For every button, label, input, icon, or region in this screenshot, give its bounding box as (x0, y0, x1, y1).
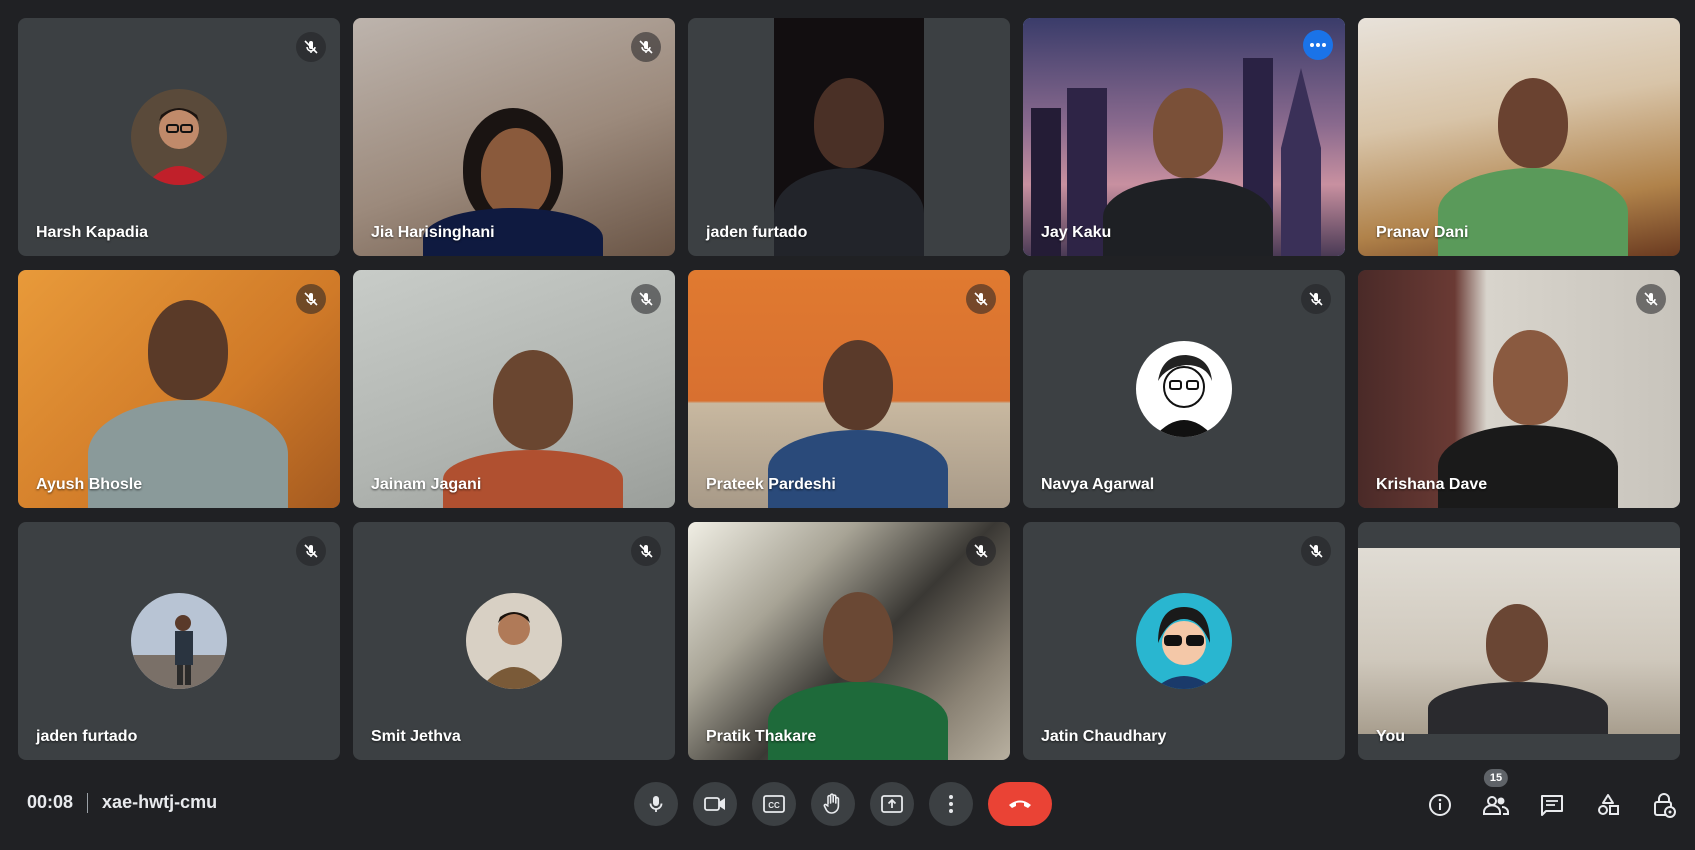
activities-button[interactable] (1595, 792, 1621, 818)
meeting-details-button[interactable] (1427, 792, 1453, 818)
participant-tile[interactable]: Harsh Kapadia (18, 18, 340, 256)
end-call-icon (1009, 800, 1031, 808)
participant-name: jaden furtado (36, 728, 138, 745)
participant-tile[interactable]: Pranav Dani (1358, 18, 1680, 256)
people-icon (1483, 796, 1509, 815)
avatar (131, 593, 227, 689)
participant-tile[interactable]: Ayush Bhosle (18, 270, 340, 508)
microphone-button[interactable] (634, 782, 678, 826)
participant-name: Pranav Dani (1376, 224, 1469, 241)
participant-name: Harsh Kapadia (36, 224, 149, 241)
more-options-button[interactable] (929, 782, 973, 826)
raise-hand-icon (823, 793, 840, 814)
present-button[interactable] (870, 782, 914, 826)
self-view-tile[interactable]: You (1358, 522, 1680, 760)
captions-icon: CC (763, 795, 785, 813)
meeting-info: 00:08 xae-hwtj-cmu (27, 792, 217, 813)
info-icon (1429, 794, 1451, 816)
muted-mic-icon (966, 284, 996, 314)
people-button[interactable]: 15 (1483, 769, 1509, 818)
chat-icon (1541, 795, 1563, 816)
participant-tile[interactable]: Jia Harisinghani (353, 18, 675, 256)
participant-name: Smit Jethva (371, 728, 461, 745)
bottom-toolbar: 00:08 xae-hwtj-cmu CC 15 (0, 758, 1695, 850)
participant-tile[interactable]: Pratik Thakare (688, 522, 1010, 760)
camera-button[interactable] (693, 782, 737, 826)
captions-button[interactable]: CC (752, 782, 796, 826)
participant-name: Pratik Thakare (706, 728, 817, 745)
participant-name: Jia Harisinghani (371, 224, 495, 241)
meeting-time: 00:08 (27, 792, 74, 812)
participant-name: Jainam Jagani (371, 476, 482, 493)
participant-tile[interactable]: Jainam Jagani (353, 270, 675, 508)
muted-mic-icon (296, 284, 326, 314)
raise-hand-button[interactable] (811, 782, 855, 826)
host-controls-icon (1654, 793, 1676, 818)
participant-name: Prateek Pardeshi (706, 476, 836, 493)
more-vert-icon (949, 795, 953, 813)
muted-mic-icon (296, 32, 326, 62)
participant-tile[interactable]: Prateek Pardeshi (688, 270, 1010, 508)
end-call-button[interactable] (988, 782, 1052, 826)
muted-mic-icon (296, 536, 326, 566)
participant-tile[interactable]: Navya Agarwal (1023, 270, 1345, 508)
call-controls: CC (634, 782, 1052, 826)
meeting-code: xae-hwtj-cmu (102, 792, 218, 812)
present-icon (881, 795, 903, 813)
more-options-button[interactable] (1303, 30, 1333, 60)
activities-icon (1598, 794, 1619, 815)
participant-tile[interactable]: Krishana Dave (1358, 270, 1680, 508)
people-count-badge: 15 (1483, 769, 1509, 787)
host-controls-button[interactable] (1651, 792, 1677, 818)
participant-name: Krishana Dave (1376, 476, 1488, 493)
avatar (131, 89, 227, 185)
participant-name: Navya Agarwal (1041, 476, 1155, 493)
side-panel-controls: 15 (1427, 769, 1677, 818)
muted-mic-icon (631, 536, 661, 566)
participant-name: jaden furtado (706, 224, 808, 241)
avatar (1136, 341, 1232, 437)
camera-icon (704, 797, 725, 811)
participant-tile[interactable]: Jatin Chaudhary (1023, 522, 1345, 760)
muted-mic-icon (1301, 284, 1331, 314)
participant-tile[interactable]: jaden furtado (18, 522, 340, 760)
participant-name: Ayush Bhosle (36, 476, 143, 493)
avatar (1136, 593, 1232, 689)
mic-icon (649, 796, 663, 812)
divider (87, 792, 89, 813)
avatar (466, 593, 562, 689)
muted-mic-icon (966, 536, 996, 566)
svg-text:CC: CC (768, 801, 780, 810)
participant-name: Jatin Chaudhary (1041, 728, 1167, 745)
muted-mic-icon (1636, 284, 1666, 314)
chat-button[interactable] (1539, 792, 1565, 818)
participant-grid: Harsh Kapadia Jia Harisinghani jaden fur… (18, 18, 1680, 760)
muted-mic-icon (631, 284, 661, 314)
participant-tile[interactable]: Jay Kaku (1023, 18, 1345, 256)
participant-tile[interactable]: Smit Jethva (353, 522, 675, 760)
participant-tile[interactable]: jaden furtado (688, 18, 1010, 256)
participant-name: You (1376, 728, 1406, 745)
muted-mic-icon (1301, 536, 1331, 566)
participant-name: Jay Kaku (1041, 224, 1112, 241)
muted-mic-icon (631, 32, 661, 62)
